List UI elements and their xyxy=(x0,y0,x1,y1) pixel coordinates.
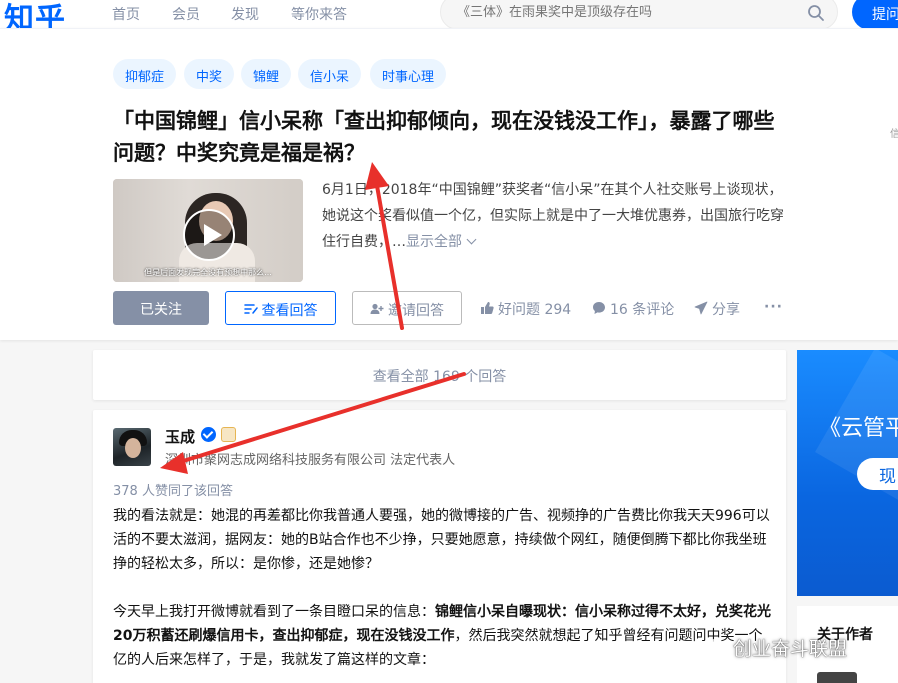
question-header: 抑郁症 中奖 锦鲤 信小呆 时事心理 「中国锦鲤」信小呆称「查出抑郁倾向，现在没… xyxy=(0,28,898,340)
question-title: 「中国锦鲤」信小呆称「查出抑郁倾向，现在没钱没工作」，暴露了哪些问题？中奖究竟是… xyxy=(113,109,775,165)
search-icon[interactable] xyxy=(807,4,825,22)
paper-plane-icon xyxy=(694,301,708,315)
thumbs-up-icon xyxy=(481,302,494,314)
author-avatar[interactable] xyxy=(113,428,151,466)
topic-tag-current-psychology[interactable]: 时事心理 xyxy=(370,59,447,89)
play-icon[interactable] xyxy=(183,209,235,261)
topic-tag-lottery[interactable]: 中奖 xyxy=(184,59,235,89)
right-edge-text: 信 xyxy=(890,129,898,140)
topic-tag-xinxiaodai[interactable]: 信小呆 xyxy=(298,59,362,89)
view-answers-label: 查看回答 xyxy=(261,303,318,319)
add-person-icon xyxy=(370,303,384,314)
ad-title: 《云管平 xyxy=(819,416,898,441)
author-name[interactable]: 玉成 xyxy=(165,426,195,447)
thumbnail-caption: 但是后面发现完全没有预想中那么... xyxy=(144,268,272,277)
author-description: 深圳市聚网志成网络科技服务有限公司 法定代表人 xyxy=(165,453,456,468)
followed-button[interactable]: 已关注 xyxy=(113,291,209,325)
answer-card: 玉成 深圳市聚网志成网络科技服务有限公司 法定代表人 378 人赞同了该回答 我… xyxy=(93,410,786,683)
badge-icon xyxy=(221,427,236,442)
edit-lines-icon xyxy=(243,304,258,314)
verified-icon xyxy=(201,427,216,442)
about-author-avatar[interactable] xyxy=(817,672,857,683)
wechat-icon xyxy=(705,638,729,656)
nav-waiting-answers[interactable]: 等你来答 xyxy=(291,4,347,24)
question-excerpt: 6月1日，2018年“中国锦鲤”获奖者“信小呆”在其个人社交账号上谈现状，她说这… xyxy=(322,177,792,255)
search-input[interactable] xyxy=(457,5,797,20)
view-answers-button[interactable]: 查看回答 xyxy=(225,291,336,325)
share-label: 分享 xyxy=(712,302,740,318)
answer-content: 我的看法就是：她混的再差都比你我普通人要强，她的微博接的广告、视频挣的广告费比你… xyxy=(113,504,773,683)
nav-membership[interactable]: 会员 xyxy=(172,4,200,24)
nav-discover[interactable]: 发现 xyxy=(231,4,259,24)
comment-bubble-icon xyxy=(593,302,605,314)
topic-tag-depression[interactable]: 抑郁症 xyxy=(113,59,177,89)
answer-text: 今天早上我打开微博就看到了一条目瞪口呆的信息： xyxy=(113,604,435,620)
view-all-answers-button[interactable]: 查看全部 169 个回答 xyxy=(93,350,786,400)
sidebar-ad-banner[interactable]: 《云管平 现 xyxy=(797,350,898,596)
invite-answer-label: 邀请回答 xyxy=(388,303,444,319)
more-options-icon[interactable]: ··· xyxy=(764,299,783,315)
good-question-label: 好问题 294 xyxy=(498,302,572,318)
vote-count: 378 人赞同了该回答 xyxy=(113,484,233,499)
chevron-down-icon[interactable] xyxy=(466,234,477,245)
watermark: 创业奋斗联盟 xyxy=(705,634,847,661)
show-all-link[interactable]: 显示全部 xyxy=(406,234,462,250)
search-box[interactable] xyxy=(440,0,838,30)
comments-label: 16 条评论 xyxy=(610,302,675,318)
answer-paragraph: 今天早上我打开微博就看到了一条目瞪口呆的信息：锦鲤信小呆自曝现状：信小呆称过得不… xyxy=(113,600,773,672)
avatar-face xyxy=(125,438,141,458)
topic-tag-koi[interactable]: 锦鲤 xyxy=(241,59,292,89)
comments-button[interactable]: 16 条评论 xyxy=(592,299,674,319)
good-question-button[interactable]: 好问题 294 xyxy=(480,299,571,319)
excerpt-text: 6月1日，2018年“中国锦鲤”获奖者“信小呆”在其个人社交账号上谈现状，她说这… xyxy=(322,182,784,250)
answer-paragraph: 我的看法就是：她混的再差都比你我普通人要强，她的微博接的广告、视频挣的广告费比你… xyxy=(113,508,770,572)
question-video-thumbnail[interactable]: 但是后面发现完全没有预想中那么... xyxy=(113,179,303,282)
share-button[interactable]: 分享 xyxy=(694,299,740,319)
ask-button[interactable]: 提问 xyxy=(852,0,898,30)
watermark-text: 创业奋斗联盟 xyxy=(733,638,848,660)
nav-home[interactable]: 首页 xyxy=(112,4,140,24)
top-navbar: 知乎 首页 会员 发现 等你来答 提问 xyxy=(0,0,898,37)
invite-answer-button[interactable]: 邀请回答 xyxy=(352,291,462,325)
ad-button[interactable]: 现 xyxy=(857,458,898,490)
